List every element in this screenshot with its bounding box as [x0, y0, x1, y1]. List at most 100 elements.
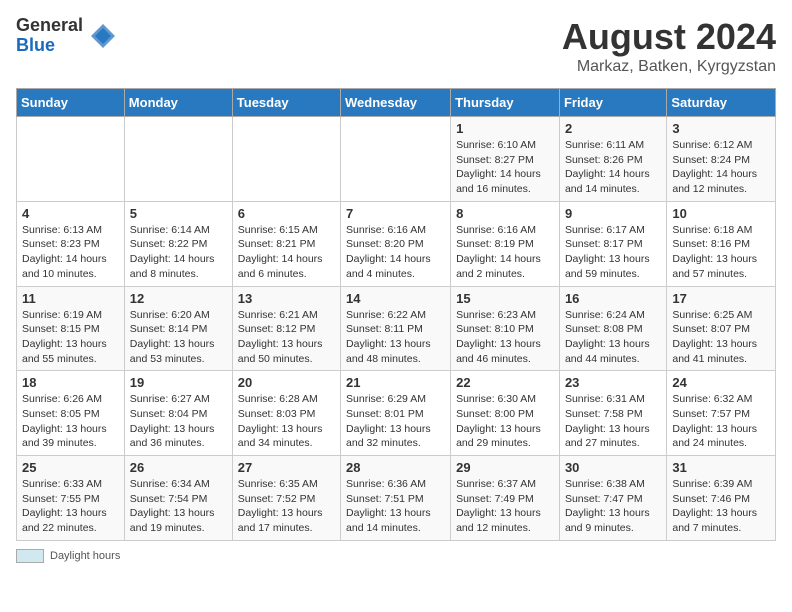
day-info: Sunrise: 6:22 AM Sunset: 8:11 PM Dayligh… — [346, 308, 445, 367]
calendar-cell: 2 Sunrise: 6:11 AM Sunset: 8:26 PM Daylig… — [559, 117, 666, 202]
day-info: Sunrise: 6:15 AM Sunset: 8:21 PM Dayligh… — [238, 223, 335, 282]
header: General Blue August 2024 Markaz, Batken,… — [16, 16, 776, 76]
day-number: 12 — [130, 291, 227, 306]
day-info: Sunrise: 6:16 AM Sunset: 8:20 PM Dayligh… — [346, 223, 445, 282]
day-number: 17 — [672, 291, 770, 306]
weekday-header-row: SundayMondayTuesdayWednesdayThursdayFrid… — [17, 89, 776, 117]
day-info: Sunrise: 6:24 AM Sunset: 8:08 PM Dayligh… — [565, 308, 661, 367]
day-number: 15 — [456, 291, 554, 306]
day-number: 14 — [346, 291, 445, 306]
calendar-cell: 24 Sunrise: 6:32 AM Sunset: 7:57 PM Dayli… — [667, 371, 776, 456]
day-number: 21 — [346, 375, 445, 390]
calendar-cell: 13Sunrise: 6:21 AM Sunset: 8:12 PM Dayli… — [232, 286, 340, 371]
calendar-cell: 6 Sunrise: 6:15 AM Sunset: 8:21 PM Daylig… — [232, 201, 340, 286]
day-info: Sunrise: 6:31 AM Sunset: 7:58 PM Dayligh… — [565, 392, 661, 451]
weekday-header-sunday: Sunday — [17, 89, 125, 117]
day-info: Sunrise: 6:10 AM Sunset: 8:27 PM Dayligh… — [456, 138, 554, 197]
calendar-cell: 14 Sunrise: 6:22 AM Sunset: 8:11 PM Dayli… — [341, 286, 451, 371]
calendar-cell: 18 Sunrise: 6:26 AM Sunset: 8:05 PM Dayli… — [17, 371, 125, 456]
day-info: Sunrise: 6:37 AM Sunset: 7:49 PM Dayligh… — [456, 477, 554, 536]
day-number: 30 — [565, 460, 661, 475]
day-info: Sunrise: 6:27 AM Sunset: 8:04 PM Dayligh… — [130, 392, 227, 451]
calendar-week-row: 4Sunrise: 6:13 AM Sunset: 8:23 PM Daylig… — [17, 201, 776, 286]
calendar-cell: 28Sunrise: 6:36 AM Sunset: 7:51 PM Dayli… — [341, 456, 451, 541]
calendar-cell: 16 Sunrise: 6:24 AM Sunset: 8:08 PM Dayli… — [559, 286, 666, 371]
subtitle: Markaz, Batken, Kyrgyzstan — [562, 58, 776, 76]
day-number: 19 — [130, 375, 227, 390]
calendar-cell — [124, 117, 232, 202]
calendar-cell: 19 Sunrise: 6:27 AM Sunset: 8:04 PM Dayli… — [124, 371, 232, 456]
calendar-week-row: 25 Sunrise: 6:33 AM Sunset: 7:55 PM Dayli… — [17, 456, 776, 541]
calendar-cell: 27 Sunrise: 6:35 AM Sunset: 7:52 PM Dayli… — [232, 456, 340, 541]
day-info: Sunrise: 6:19 AM Sunset: 8:15 PM Dayligh… — [22, 308, 119, 367]
day-info: Sunrise: 6:26 AM Sunset: 8:05 PM Dayligh… — [22, 392, 119, 451]
calendar-cell: 17 Sunrise: 6:25 AM Sunset: 8:07 PM Dayli… — [667, 286, 776, 371]
calendar-cell: 11 Sunrise: 6:19 AM Sunset: 8:15 PM Dayli… — [17, 286, 125, 371]
day-number: 11 — [22, 291, 119, 306]
day-number: 1 — [456, 121, 554, 136]
calendar-cell: 7 Sunrise: 6:16 AM Sunset: 8:20 PM Daylig… — [341, 201, 451, 286]
day-number: 29 — [456, 460, 554, 475]
weekday-header-friday: Friday — [559, 89, 666, 117]
day-info: Sunrise: 6:36 AM Sunset: 7:51 PM Dayligh… — [346, 477, 445, 536]
weekday-header-thursday: Thursday — [451, 89, 560, 117]
day-info: Sunrise: 6:39 AM Sunset: 7:46 PM Dayligh… — [672, 477, 770, 536]
calendar-cell — [341, 117, 451, 202]
calendar-cell: 15Sunrise: 6:23 AM Sunset: 8:10 PM Dayli… — [451, 286, 560, 371]
day-number: 9 — [565, 206, 661, 221]
day-info: Sunrise: 6:30 AM Sunset: 8:00 PM Dayligh… — [456, 392, 554, 451]
calendar-cell — [232, 117, 340, 202]
day-number: 22 — [456, 375, 554, 390]
day-info: Sunrise: 6:11 AM Sunset: 8:26 PM Dayligh… — [565, 138, 661, 197]
day-number: 7 — [346, 206, 445, 221]
day-number: 31 — [672, 460, 770, 475]
calendar-cell: 25 Sunrise: 6:33 AM Sunset: 7:55 PM Dayli… — [17, 456, 125, 541]
day-info: Sunrise: 6:33 AM Sunset: 7:55 PM Dayligh… — [22, 477, 119, 536]
day-number: 2 — [565, 121, 661, 136]
day-number: 3 — [672, 121, 770, 136]
logo: General Blue — [16, 16, 117, 56]
day-number: 16 — [565, 291, 661, 306]
day-info: Sunrise: 6:32 AM Sunset: 7:57 PM Dayligh… — [672, 392, 770, 451]
logo-icon — [89, 22, 117, 50]
calendar-week-row: 11 Sunrise: 6:19 AM Sunset: 8:15 PM Dayli… — [17, 286, 776, 371]
day-info: Sunrise: 6:25 AM Sunset: 8:07 PM Dayligh… — [672, 308, 770, 367]
title-area: August 2024 Markaz, Batken, Kyrgyzstan — [562, 16, 776, 76]
calendar-cell: 5Sunrise: 6:14 AM Sunset: 8:22 PM Daylig… — [124, 201, 232, 286]
day-info: Sunrise: 6:18 AM Sunset: 8:16 PM Dayligh… — [672, 223, 770, 282]
day-info: Sunrise: 6:35 AM Sunset: 7:52 PM Dayligh… — [238, 477, 335, 536]
day-number: 25 — [22, 460, 119, 475]
day-info: Sunrise: 6:28 AM Sunset: 8:03 PM Dayligh… — [238, 392, 335, 451]
calendar-cell: 21Sunrise: 6:29 AM Sunset: 8:01 PM Dayli… — [341, 371, 451, 456]
day-number: 24 — [672, 375, 770, 390]
day-info: Sunrise: 6:14 AM Sunset: 8:22 PM Dayligh… — [130, 223, 227, 282]
calendar-cell: 4Sunrise: 6:13 AM Sunset: 8:23 PM Daylig… — [17, 201, 125, 286]
calendar-cell: 1 Sunrise: 6:10 AM Sunset: 8:27 PM Daylig… — [451, 117, 560, 202]
day-number: 6 — [238, 206, 335, 221]
calendar-cell: 10 Sunrise: 6:18 AM Sunset: 8:16 PM Dayli… — [667, 201, 776, 286]
calendar-cell — [17, 117, 125, 202]
day-number: 4 — [22, 206, 119, 221]
weekday-header-monday: Monday — [124, 89, 232, 117]
weekday-header-wednesday: Wednesday — [341, 89, 451, 117]
calendar-cell: 23 Sunrise: 6:31 AM Sunset: 7:58 PM Dayli… — [559, 371, 666, 456]
day-info: Sunrise: 6:16 AM Sunset: 8:19 PM Dayligh… — [456, 223, 554, 282]
calendar-cell: 30Sunrise: 6:38 AM Sunset: 7:47 PM Dayli… — [559, 456, 666, 541]
day-number: 23 — [565, 375, 661, 390]
day-number: 27 — [238, 460, 335, 475]
calendar-cell: 22 Sunrise: 6:30 AM Sunset: 8:00 PM Dayli… — [451, 371, 560, 456]
calendar-week-row: 1 Sunrise: 6:10 AM Sunset: 8:27 PM Daylig… — [17, 117, 776, 202]
day-info: Sunrise: 6:17 AM Sunset: 8:17 PM Dayligh… — [565, 223, 661, 282]
main-title: August 2024 — [562, 16, 776, 58]
calendar-table: SundayMondayTuesdayWednesdayThursdayFrid… — [16, 88, 776, 541]
day-number: 10 — [672, 206, 770, 221]
day-number: 18 — [22, 375, 119, 390]
calendar-cell: 20 Sunrise: 6:28 AM Sunset: 8:03 PM Dayli… — [232, 371, 340, 456]
daylight-label: Daylight hours — [50, 550, 120, 562]
calendar-week-row: 18 Sunrise: 6:26 AM Sunset: 8:05 PM Dayli… — [17, 371, 776, 456]
calendar-cell: 9 Sunrise: 6:17 AM Sunset: 8:17 PM Daylig… — [559, 201, 666, 286]
day-number: 20 — [238, 375, 335, 390]
day-info: Sunrise: 6:34 AM Sunset: 7:54 PM Dayligh… — [130, 477, 227, 536]
day-number: 26 — [130, 460, 227, 475]
calendar-cell: 12Sunrise: 6:20 AM Sunset: 8:14 PM Dayli… — [124, 286, 232, 371]
